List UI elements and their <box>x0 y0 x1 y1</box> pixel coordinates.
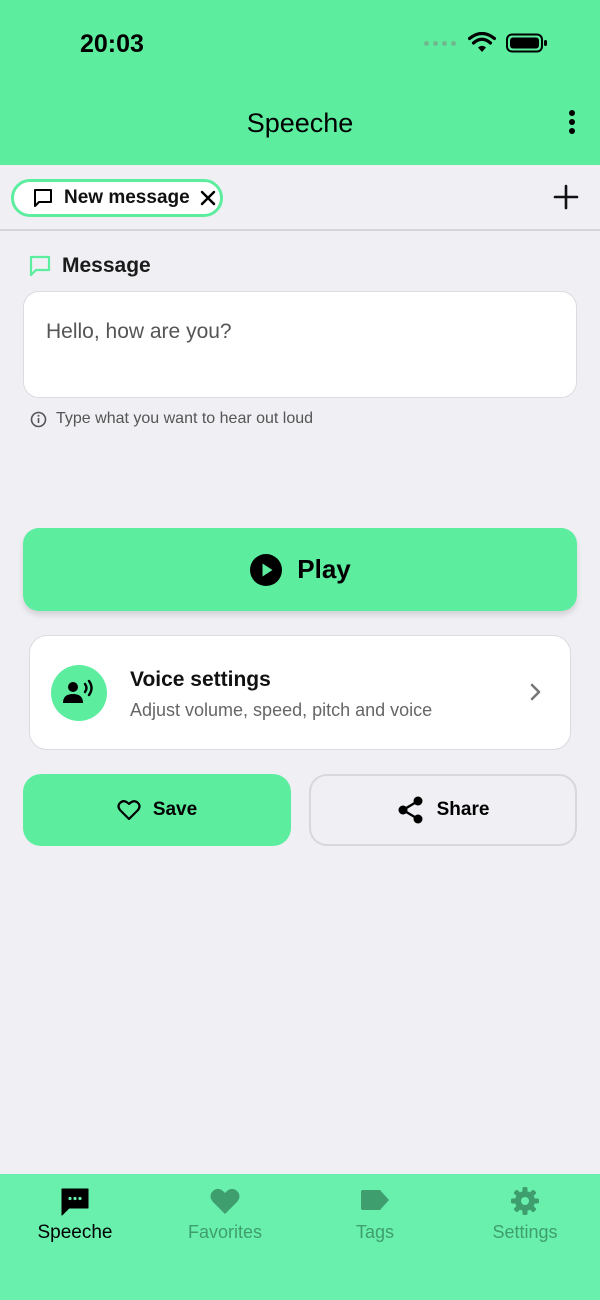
message-section-label: Message <box>28 254 151 278</box>
tag-icon <box>361 1190 389 1210</box>
app-header: 20:03 Speeche <box>0 0 600 165</box>
share-icon <box>398 796 423 824</box>
info-icon <box>30 411 47 427</box>
nav-label: Favorites <box>187 1222 263 1242</box>
tab-label: New message <box>64 187 190 208</box>
message-hint: Type what you want to hear out loud <box>30 410 313 428</box>
app-title: Speeche <box>246 108 354 138</box>
more-options-button[interactable] <box>566 110 578 140</box>
hint-text: Type what you want to hear out loud <box>56 410 314 427</box>
play-icon <box>250 553 283 586</box>
gear-icon <box>511 1187 539 1215</box>
signal-dots-icon <box>424 40 456 46</box>
voice-settings-card[interactable]: Voice settings Adjust volume, speed, pit… <box>29 635 571 750</box>
add-tab-button[interactable] <box>552 183 580 211</box>
message-icon <box>29 255 51 277</box>
battery-icon <box>506 33 547 53</box>
nav-item-tags[interactable]: Tags <box>300 1174 450 1300</box>
message-input[interactable]: Hello, how are you? <box>23 291 577 398</box>
share-label: Share <box>436 799 490 820</box>
tab-new-message[interactable]: New message <box>11 179 223 217</box>
voice-avatar <box>51 665 107 721</box>
status-icons <box>424 32 548 54</box>
close-icon[interactable] <box>200 190 216 206</box>
message-icon <box>34 189 52 207</box>
nav-item-speeche[interactable]: Speeche <box>0 1174 150 1300</box>
bottom-navigation: Speeche Favorites Tags Settings <box>0 1174 600 1300</box>
voice-settings-title: Voice settings <box>130 668 271 691</box>
wifi-icon <box>468 32 496 52</box>
heart-outline-icon <box>117 800 141 821</box>
nav-label: Settings <box>492 1222 558 1242</box>
status-time: 20:03 <box>80 30 144 58</box>
speaking-person-icon <box>63 679 93 703</box>
play-button[interactable]: Play <box>23 528 577 611</box>
message-tabs-bar: New message <box>0 165 600 231</box>
save-button[interactable]: Save <box>23 774 291 846</box>
chat-bubble-icon <box>61 1188 89 1216</box>
nav-item-settings[interactable]: Settings <box>450 1174 600 1300</box>
section-label-text: Message <box>62 254 151 277</box>
save-label: Save <box>152 799 198 820</box>
heart-icon <box>210 1188 240 1214</box>
share-button[interactable]: Share <box>309 774 577 846</box>
chevron-right-icon <box>530 683 541 701</box>
nav-label: Tags <box>355 1222 395 1242</box>
voice-settings-subtitle: Adjust volume, speed, pitch and voice <box>130 700 433 720</box>
nav-item-favorites[interactable]: Favorites <box>150 1174 300 1300</box>
play-label: Play <box>297 554 351 584</box>
nav-label: Speeche <box>37 1222 113 1243</box>
